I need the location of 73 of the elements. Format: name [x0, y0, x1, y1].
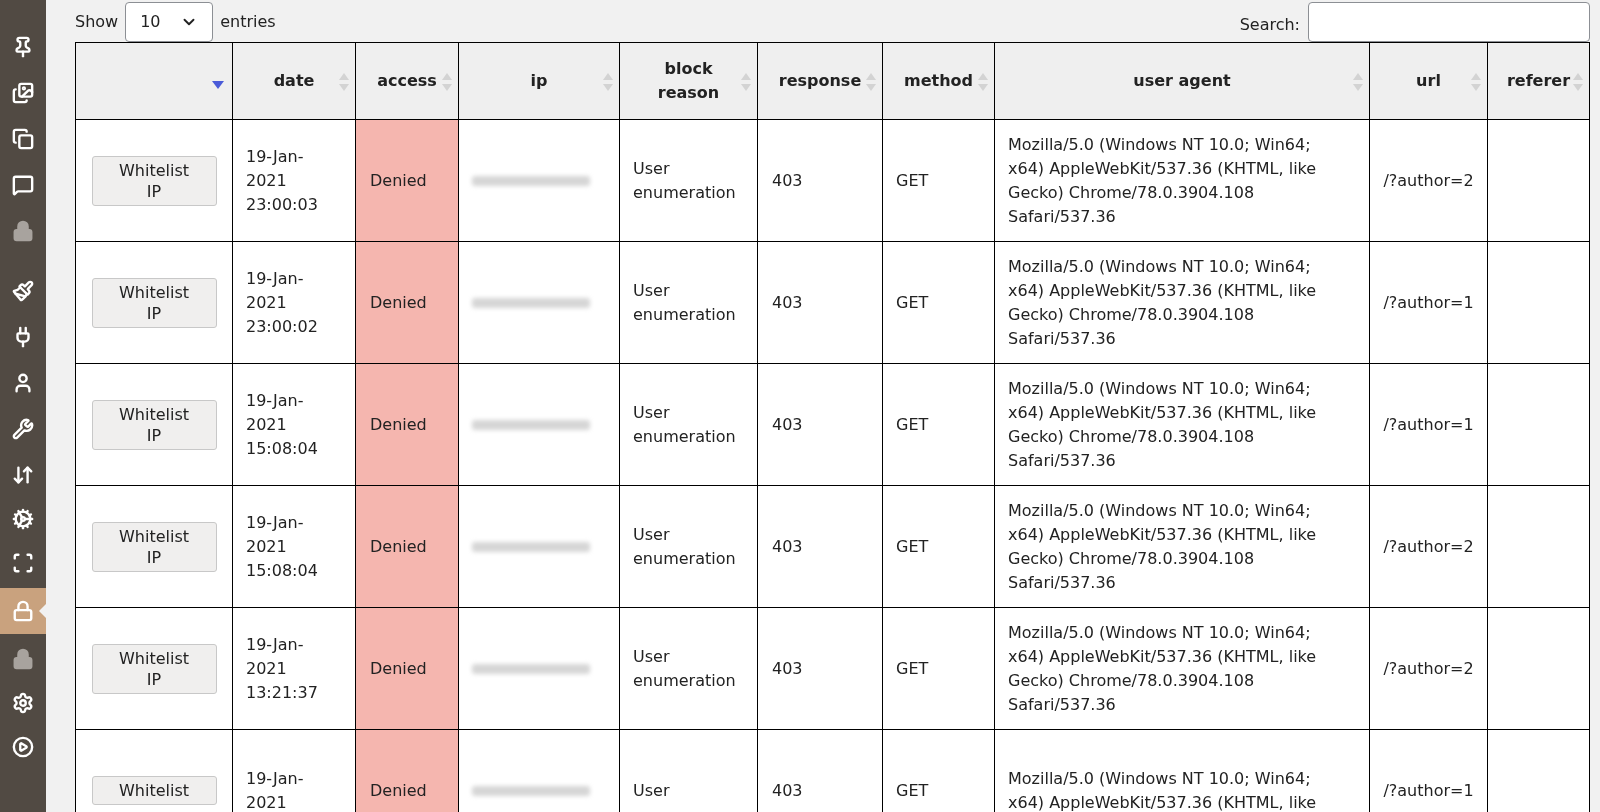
- table-cell: 19-Jan-2021 23:00:02: [232, 241, 356, 364]
- table-cell: Denied: [355, 729, 459, 812]
- whitelist-ip-button[interactable]: Whitelist IP: [91, 399, 217, 450]
- entries-select[interactable]: 10: [125, 2, 214, 42]
- table-cell: 403: [757, 607, 883, 730]
- table-cell: Denied: [355, 485, 459, 608]
- table-cell: 19-Jan-2021 15:08:04: [232, 363, 356, 486]
- table-cell: User enumeration: [619, 485, 758, 608]
- settings-icon: [12, 508, 34, 530]
- table-cell: Denied: [355, 363, 459, 486]
- whitelist-ip-button[interactable]: Whitelist: [91, 776, 217, 805]
- whitelist-ip-button[interactable]: Whitelist IP: [91, 277, 217, 328]
- table-cell: /?author=1: [1369, 363, 1488, 486]
- media-icon: [12, 82, 34, 104]
- comment-icon: [12, 174, 34, 196]
- show-label: Show: [75, 11, 119, 33]
- pin-icon: [12, 36, 34, 58]
- table-cell: 403: [757, 119, 883, 242]
- table-cell: 403: [757, 241, 883, 364]
- table-cell: 19-Jan-2021 13:21:37: [232, 607, 356, 730]
- table-cell: Denied: [355, 241, 459, 364]
- search-field[interactable]: [1308, 2, 1590, 42]
- table-cell: 403: [757, 363, 883, 486]
- table-cell: User enumeration: [619, 363, 758, 486]
- lock-icon: [12, 648, 34, 670]
- table-cell: /?author=2: [1369, 485, 1488, 608]
- column-header[interactable]: url: [1369, 42, 1488, 120]
- table-cell: Mozilla/5.0 (Windows NT 10.0; Win64; x64) AppleWebKit/537.36 (KHTML, like Gecko) Chrome/78.0.3904.108 Safari/537.36: [994, 485, 1370, 608]
- table-cell: Mozilla/5.0 (Windows NT 10.0; Win64; x64) AppleWebKit/537.36 (KHTML, like Gecko) Chrome/78.0.3904.108 Safari/537.36: [994, 607, 1370, 730]
- column-header[interactable]: block reason: [619, 42, 758, 120]
- search-label: Search:: [1239, 14, 1300, 36]
- column-header[interactable]: method: [882, 42, 995, 120]
- table-cell: 19-Jan-2021 23:00:03: [232, 119, 356, 242]
- brush-icon: [12, 280, 34, 302]
- current-pointer-icon: [39, 604, 46, 618]
- whitelist-ip-button[interactable]: Whitelist IP: [91, 155, 217, 206]
- brackets-icon: [12, 552, 34, 574]
- whitelist-ip-button[interactable]: Whitelist IP: [91, 643, 217, 694]
- user-icon: [12, 372, 34, 394]
- table-cell: 403: [757, 485, 883, 608]
- table-cell: GET: [882, 363, 995, 486]
- entries-label: entries: [220, 11, 276, 33]
- table-cell: Mozilla/5.0 (Windows NT 10.0; Win64; x64) AppleWebKit/537.36 (KHTML, like Gecko) Chrome/78.0.3904.108 Safari/537.36: [994, 119, 1370, 242]
- table-cell: GET: [882, 607, 995, 730]
- table-cell: User enumeration: [619, 607, 758, 730]
- lock-icon: [12, 600, 34, 622]
- column-header[interactable]: referer: [1487, 42, 1590, 120]
- whitelist-ip-button[interactable]: Whitelist IP: [91, 521, 217, 572]
- play-icon: [12, 736, 34, 758]
- column-header[interactable]: date: [232, 42, 356, 120]
- table-cell: GET: [882, 485, 995, 608]
- table-cell: Mozilla/5.0 (Windows NT 10.0; Win64; x64) AppleWebKit/537.36 (KHTML, like Gecko) Chrome/78.0.3904.108 Safari/537.36: [994, 363, 1370, 486]
- wrench-icon: [12, 418, 34, 440]
- table-cell: /?author=2: [1369, 119, 1488, 242]
- pages-icon: [12, 128, 34, 150]
- table-cell: GET: [882, 241, 995, 364]
- column-header[interactable]: user agent: [994, 42, 1370, 120]
- table-cell: 19-Jan-2021 15:08:04: [232, 485, 356, 608]
- lock-icon: [12, 220, 34, 242]
- column-header[interactable]: response: [757, 42, 883, 120]
- table-cell: Mozilla/5.0 (Windows NT 10.0; Win64; x64) AppleWebKit/537.36 (KHTML, like Gecko) Chrome/78.0.3904.108 Safari/537.36: [994, 241, 1370, 364]
- column-header[interactable]: access: [355, 42, 459, 120]
- settings-icon: [12, 692, 34, 714]
- table-cell: /?author=1: [1369, 241, 1488, 364]
- table-cell: /?author=2: [1369, 607, 1488, 730]
- table-cell: User enumeration: [619, 119, 758, 242]
- table-cell: Denied: [355, 119, 459, 242]
- table-cell: Denied: [355, 607, 459, 730]
- column-header[interactable]: [75, 42, 233, 120]
- column-header[interactable]: ip: [458, 42, 620, 120]
- table-cell: GET: [882, 119, 995, 242]
- table-cell: User enumeration: [619, 241, 758, 364]
- sort-arrows-icon: [12, 464, 34, 486]
